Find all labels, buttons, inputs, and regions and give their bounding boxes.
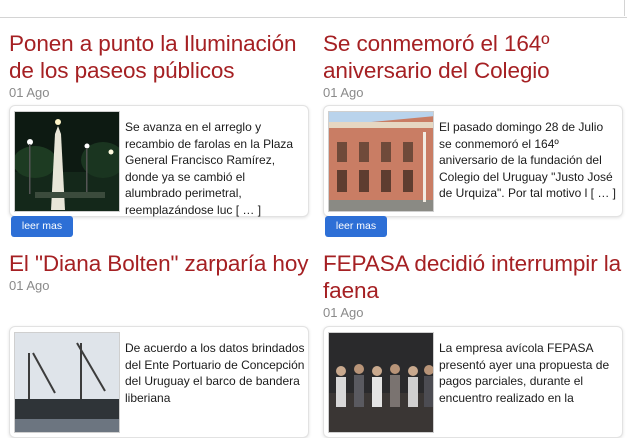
article-excerpt: De acuerdo a los datos brindados del Ent… [125, 341, 305, 405]
read-more-button[interactable]: leer mas [11, 216, 73, 237]
article-excerpt: Se avanza en el arreglo y recambio de fa… [125, 120, 294, 217]
article-thumbnail-night-plaza[interactable] [14, 111, 120, 212]
article-title[interactable]: Ponen a punto la Iluminación de los pase… [9, 30, 309, 84]
article-school-anniversary: Se conmemoró el 164º aniversario del Col… [323, 30, 623, 237]
article-excerpt: El pasado domingo 28 de Julio se conmemo… [439, 120, 616, 200]
article-date: 01 Ago [323, 305, 364, 320]
article-diana-bolten: El "Diana Bolten" zarparía hoy 01 Ago De… [9, 250, 309, 438]
article-title[interactable]: El "Diana Bolten" zarparía hoy [9, 250, 309, 277]
top-navigation-bar [0, 0, 627, 18]
article-thumbnail-port-ship[interactable] [14, 332, 120, 433]
top-bar-frame [2, 0, 625, 16]
article-excerpt: La empresa avícola FEPASA presentó ayer … [439, 341, 610, 405]
article-title[interactable]: FEPASA decidió interrumpir la faena [323, 250, 623, 304]
article-card: La empresa avícola FEPASA presentó ayer … [323, 326, 623, 438]
article-card: Se avanza en el arreglo y recambio de fa… [9, 105, 309, 217]
article-title[interactable]: Se conmemoró el 164º aniversario del Col… [323, 30, 623, 84]
article-card: De acuerdo a los datos brindados del Ent… [9, 326, 309, 438]
article-card: El pasado domingo 28 de Julio se conmemo… [323, 105, 623, 217]
article-date: 01 Ago [9, 85, 50, 100]
article-date: 01 Ago [9, 278, 50, 293]
article-thumbnail-workers-meeting[interactable] [328, 332, 434, 433]
read-more-button[interactable]: leer mas [325, 216, 387, 237]
article-thumbnail-school-building[interactable] [328, 111, 434, 212]
article-date: 01 Ago [323, 85, 364, 100]
article-street-lighting: Ponen a punto la Iluminación de los pase… [9, 30, 309, 237]
article-fepasa: FEPASA decidió interrumpir la faena 01 A… [323, 250, 623, 438]
